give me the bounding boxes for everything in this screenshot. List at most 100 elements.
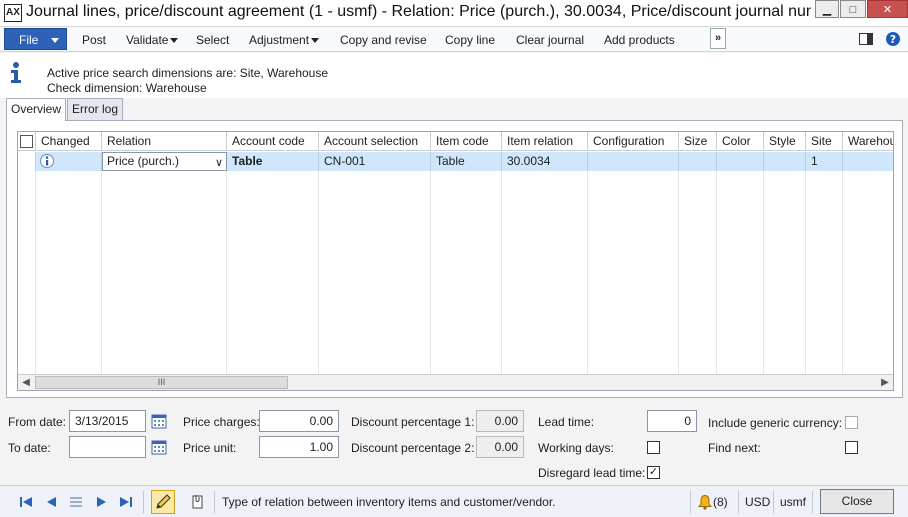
row-selector[interactable]: [18, 152, 36, 171]
copy-line-button[interactable]: Copy line: [445, 31, 495, 49]
window-close-button[interactable]: ✕: [867, 0, 908, 18]
next-record-icon[interactable]: [94, 494, 110, 510]
select-all-header[interactable]: [18, 132, 36, 151]
price-unit-input[interactable]: 1.00: [259, 436, 339, 458]
overview-panel: Changed Relation Account code Account se…: [6, 120, 903, 398]
list-view-icon[interactable]: [68, 494, 84, 510]
attachment-icon[interactable]: [190, 494, 206, 510]
header-style[interactable]: Style: [764, 132, 806, 151]
to-date-label: To date:: [8, 441, 51, 455]
currency-indicator[interactable]: USD: [745, 495, 770, 509]
cell-warehouse[interactable]: [843, 152, 893, 171]
header-changed[interactable]: Changed: [36, 132, 102, 151]
maximize-button[interactable]: □: [840, 0, 866, 18]
chevron-down-icon: ∨: [214, 157, 223, 169]
first-record-icon[interactable]: [18, 494, 34, 510]
header-configuration[interactable]: Configuration: [588, 132, 679, 151]
chevron-down-icon: [170, 38, 179, 44]
previous-record-icon[interactable]: [43, 494, 59, 510]
adjustment-label: Adjustment: [249, 33, 310, 47]
header-site[interactable]: Site: [806, 132, 843, 151]
calendar-icon[interactable]: [151, 413, 167, 429]
column-divider: [226, 171, 227, 374]
file-menu-button[interactable]: File: [4, 28, 67, 50]
adjustment-menu[interactable]: Adjustment: [249, 31, 320, 49]
post-button[interactable]: Post: [82, 31, 106, 49]
separator: [690, 491, 691, 513]
minimize-button[interactable]: ▁: [815, 0, 839, 18]
discount-percentage-2-input[interactable]: 0.00: [476, 436, 524, 458]
header-item-code[interactable]: Item code: [431, 132, 502, 151]
svg-text:?: ?: [890, 33, 896, 46]
notification-count[interactable]: (8): [713, 495, 728, 509]
find-next-checkbox[interactable]: [845, 441, 858, 454]
column-divider: [842, 171, 843, 374]
working-days-checkbox[interactable]: [647, 441, 660, 454]
header-size[interactable]: Size: [679, 132, 717, 151]
company-indicator[interactable]: usmf: [780, 495, 806, 509]
header-warehouse[interactable]: Warehou: [843, 132, 893, 151]
header-account-code[interactable]: Account code: [227, 132, 319, 151]
cell-style[interactable]: [764, 152, 806, 171]
clear-journal-button[interactable]: Clear journal: [516, 31, 584, 49]
scroll-right-button[interactable]: ▶: [877, 375, 893, 390]
include-generic-currency-checkbox[interactable]: [845, 416, 858, 429]
select-button[interactable]: Select: [196, 31, 229, 49]
calendar-icon[interactable]: [151, 439, 167, 455]
cell-color[interactable]: [717, 152, 764, 171]
lead-time-input[interactable]: 0: [647, 410, 697, 432]
app-icon: AX: [4, 4, 22, 22]
scroll-left-button[interactable]: ◀: [18, 375, 34, 390]
copy-and-revise-button[interactable]: Copy and revise: [340, 31, 427, 49]
cell-size[interactable]: [679, 152, 717, 171]
separator: [738, 491, 739, 513]
cell-account-code[interactable]: Table: [227, 152, 319, 171]
cell-item-code[interactable]: Table: [431, 152, 502, 171]
notification-bell-icon[interactable]: [697, 494, 713, 510]
price-charges-input[interactable]: 0.00: [259, 410, 339, 432]
cell-changed[interactable]: [36, 152, 102, 171]
cell-account-selection[interactable]: CN-001: [319, 152, 431, 171]
tab-error-log[interactable]: Error log: [67, 98, 124, 120]
cell-configuration[interactable]: [588, 152, 679, 171]
tab-overview[interactable]: Overview: [6, 98, 67, 121]
separator: [143, 491, 144, 513]
header-relation[interactable]: Relation: [102, 132, 227, 151]
include-generic-currency-label: Include generic currency:: [708, 416, 843, 430]
add-products-button[interactable]: Add products: [604, 31, 675, 49]
select-all-checkbox[interactable]: [20, 135, 33, 148]
last-record-icon[interactable]: [118, 494, 134, 510]
disregard-lead-time-checkbox[interactable]: ✓: [647, 466, 660, 479]
horizontal-scrollbar[interactable]: ◀ III ▶: [18, 374, 893, 390]
price-charges-label: Price charges:: [183, 415, 260, 429]
separator: [812, 491, 813, 513]
column-divider: [101, 171, 102, 374]
column-divider: [587, 171, 588, 374]
to-date-input[interactable]: [69, 436, 146, 458]
column-divider: [501, 171, 502, 374]
header-color[interactable]: Color: [717, 132, 764, 151]
edit-icon[interactable]: [151, 490, 175, 514]
journal-lines-grid[interactable]: Changed Relation Account code Account se…: [17, 131, 894, 391]
layout-icon[interactable]: [858, 31, 874, 47]
relation-dropdown[interactable]: Price (purch.) ∨: [102, 152, 227, 171]
discount-percentage-1-input[interactable]: 0.00: [476, 410, 524, 432]
chevron-down-icon: [51, 38, 59, 43]
lead-time-label: Lead time:: [538, 415, 595, 429]
cell-site[interactable]: 1: [806, 152, 843, 171]
relation-value: Price (purch.): [107, 154, 180, 168]
info-icon: [11, 62, 21, 83]
close-button[interactable]: Close: [820, 489, 894, 514]
status-message: Type of relation between inventory items…: [222, 495, 556, 509]
column-divider: [35, 171, 36, 374]
from-date-input[interactable]: 3/13/2015: [69, 410, 146, 432]
price-unit-label: Price unit:: [183, 441, 237, 455]
header-account-selection[interactable]: Account selection: [319, 132, 431, 151]
scroll-thumb[interactable]: III: [35, 376, 288, 389]
overflow-menu-button[interactable]: »: [710, 28, 726, 49]
validate-menu[interactable]: Validate: [126, 31, 179, 49]
cell-item-relation[interactable]: 30.0034: [502, 152, 588, 171]
column-divider: [318, 171, 319, 374]
header-item-relation[interactable]: Item relation: [502, 132, 588, 151]
help-icon[interactable]: ?: [885, 31, 901, 47]
